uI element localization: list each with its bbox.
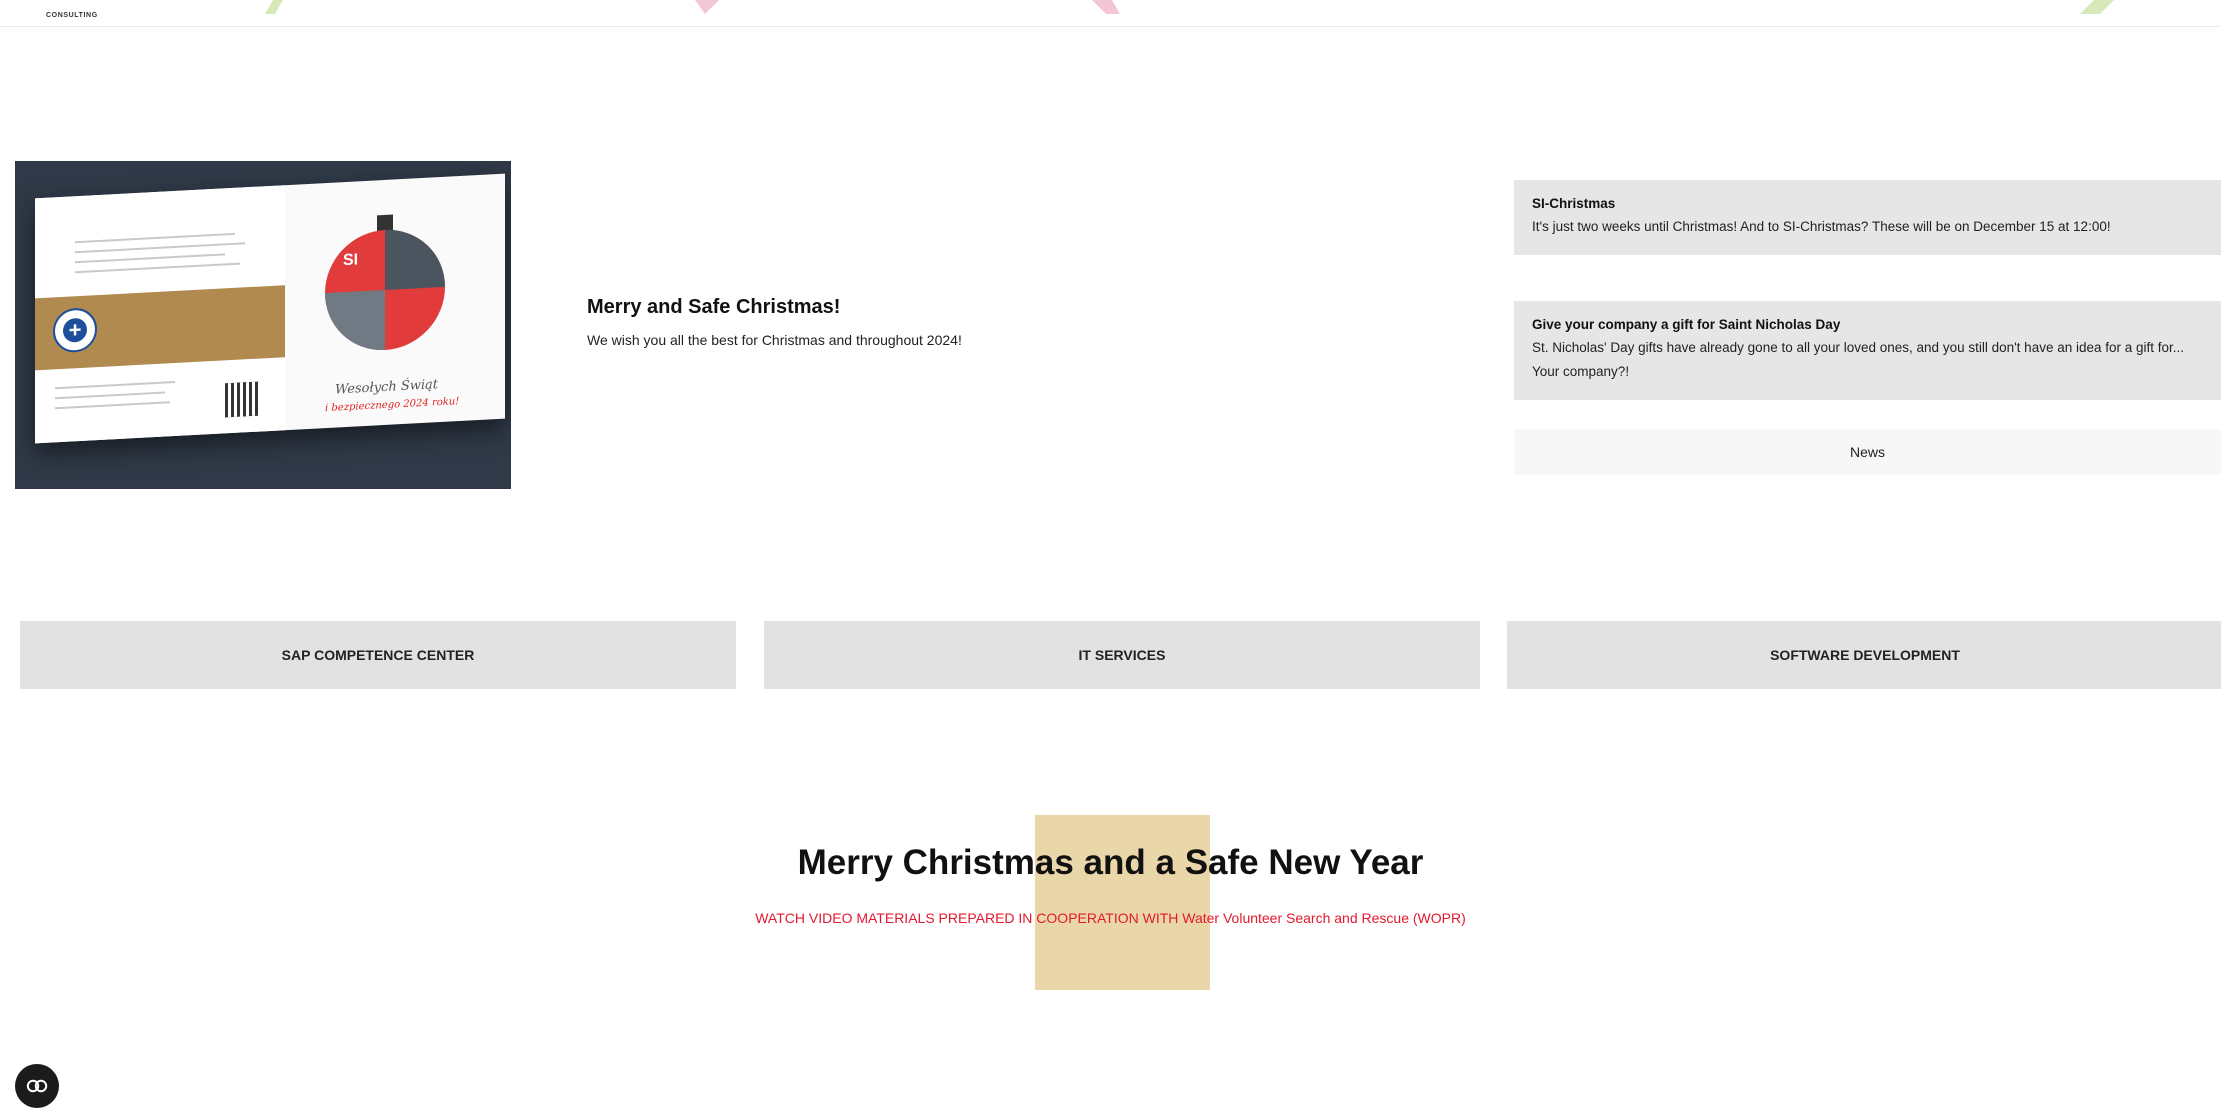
news-text: It's just two weeks until Christmas! And…: [1532, 219, 2111, 234]
section-subtitle[interactable]: WATCH VIDEO MATERIALS PREPARED IN COOPER…: [0, 910, 2221, 926]
news-title[interactable]: Give your company a gift for Saint Nicho…: [1532, 317, 2203, 332]
news-text: St. Nicholas' Day gifts have already gon…: [1532, 340, 2185, 379]
ornament-logo: SI: [343, 251, 359, 270]
decor-stripe: [1092, 0, 1120, 14]
featured-post-image[interactable]: + SI Wesołych Świąt i bezpiecznego 2024 …: [15, 161, 511, 489]
card-greeting-sub: i bezpiecznego 2024 roku!: [325, 396, 460, 415]
cookie-settings-button[interactable]: [15, 1064, 59, 1108]
section-title: Merry Christmas and a Safe New Year: [797, 843, 1424, 882]
top-header: CONSULTING: [0, 0, 2221, 27]
ornament-segment: [325, 289, 385, 354]
post-title[interactable]: Merry and Safe Christmas!: [587, 296, 840, 319]
qr-code: [225, 381, 259, 418]
christmas-card: + SI Wesołych Świąt i bezpiecznego 2024 …: [35, 173, 505, 444]
news-item[interactable]: Give your company a gift for Saint Nicho…: [1514, 301, 2221, 400]
service-sap-competence-center[interactable]: SAP COMPETENCE CENTER: [20, 621, 736, 689]
decor-stripe: [695, 0, 719, 14]
site-logo[interactable]: CONSULTING: [46, 12, 98, 19]
decor-stripe: [265, 0, 283, 14]
news-title[interactable]: SI-Christmas: [1532, 196, 2203, 211]
cookie-settings-icon: [26, 1079, 48, 1093]
card-greeting: Wesołych Świąt: [335, 377, 439, 398]
post-excerpt: We wish you all the best for Christmas a…: [587, 332, 962, 348]
news-link-button[interactable]: News: [1514, 429, 2221, 475]
news-item[interactable]: SI-Christmas It's just two weeks until C…: [1514, 180, 2221, 255]
video-thumbnail-highlight[interactable]: [1035, 815, 1210, 990]
decor-stripe: [2080, 0, 2114, 14]
ornament: SI: [325, 226, 445, 354]
ornament-segment: [385, 226, 445, 290]
service-it-services[interactable]: IT SERVICES: [764, 621, 1480, 689]
service-software-development[interactable]: SOFTWARE DEVELOPMENT: [1507, 621, 2221, 689]
